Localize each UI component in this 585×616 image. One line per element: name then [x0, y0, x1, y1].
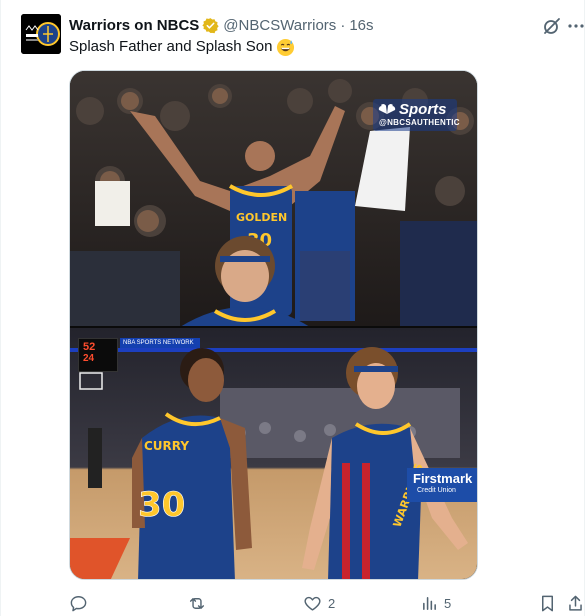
- repost-button[interactable]: [187, 589, 213, 616]
- bookmark-button[interactable]: [539, 589, 556, 616]
- heart-icon: [304, 596, 321, 611]
- arena-banner: NBA SPORTS NETWORK: [120, 338, 200, 348]
- tweet-header: Warriors on NBCS @NBCSWarriors · 16s: [69, 14, 374, 36]
- separator-dot: ·: [340, 16, 346, 34]
- watermark-sports-text: Sports: [399, 101, 447, 118]
- grinning-sweat-emoji-icon: [276, 38, 295, 57]
- tweet-media[interactable]: GOLDEN 30 Sports @N: [69, 70, 478, 580]
- profile-avatar[interactable]: [21, 14, 61, 54]
- nbc-sports-watermark: Sports @NBCSAUTHENTIC: [373, 99, 460, 131]
- views-button[interactable]: 5: [421, 589, 451, 616]
- share-icon: [569, 595, 582, 611]
- timestamp[interactable]: 16s: [349, 17, 373, 34]
- user-handle[interactable]: @NBCSWarriors: [223, 17, 336, 34]
- like-button[interactable]: 2: [303, 589, 335, 616]
- reply-button[interactable]: [69, 589, 94, 616]
- display-name[interactable]: Warriors on NBCS: [69, 17, 199, 34]
- like-count: 2: [328, 595, 336, 611]
- jersey-curry-name-text: CURRY: [144, 439, 189, 453]
- jersey-curry-number-text: 30: [138, 485, 185, 525]
- grok-icon[interactable]: [542, 16, 562, 36]
- sponsor-sign: Firstmark Credit Union: [407, 468, 477, 502]
- watermark-handle-text: @NBCSAUTHENTIC: [379, 118, 460, 127]
- tweet[interactable]: Warriors on NBCS @NBCSWarriors · 16s Spl…: [0, 0, 585, 616]
- scoreboard: 52 24: [78, 338, 118, 372]
- more-options-icon[interactable]: [567, 18, 585, 34]
- views-count: 5: [444, 595, 452, 611]
- action-bar: 2 5: [1, 589, 585, 616]
- media-photo-bottom[interactable]: CURRY 30 WARRIORS 52 24 NBA SPORTS NETWO…: [70, 328, 477, 579]
- sponsor-subtext: Credit Union: [417, 487, 456, 494]
- share-button[interactable]: [567, 589, 584, 616]
- repost-icon: [189, 597, 205, 609]
- scoreboard-line1: 52: [83, 341, 96, 353]
- views-chart-icon: [423, 596, 436, 610]
- scoreboard-line2: 24: [83, 353, 95, 364]
- tweet-text-content: Splash Father and Splash Son: [69, 38, 273, 55]
- tweet-text: Splash Father and Splash Son: [69, 37, 295, 57]
- media-photo-top[interactable]: GOLDEN 30 Sports @N: [70, 71, 477, 327]
- jersey-top-name-text: GOLDEN: [236, 211, 287, 224]
- sponsor-name: Firstmark: [413, 471, 473, 486]
- reply-icon: [70, 595, 87, 611]
- bookmark-icon: [541, 595, 554, 611]
- verified-badge-icon[interactable]: [202, 17, 219, 34]
